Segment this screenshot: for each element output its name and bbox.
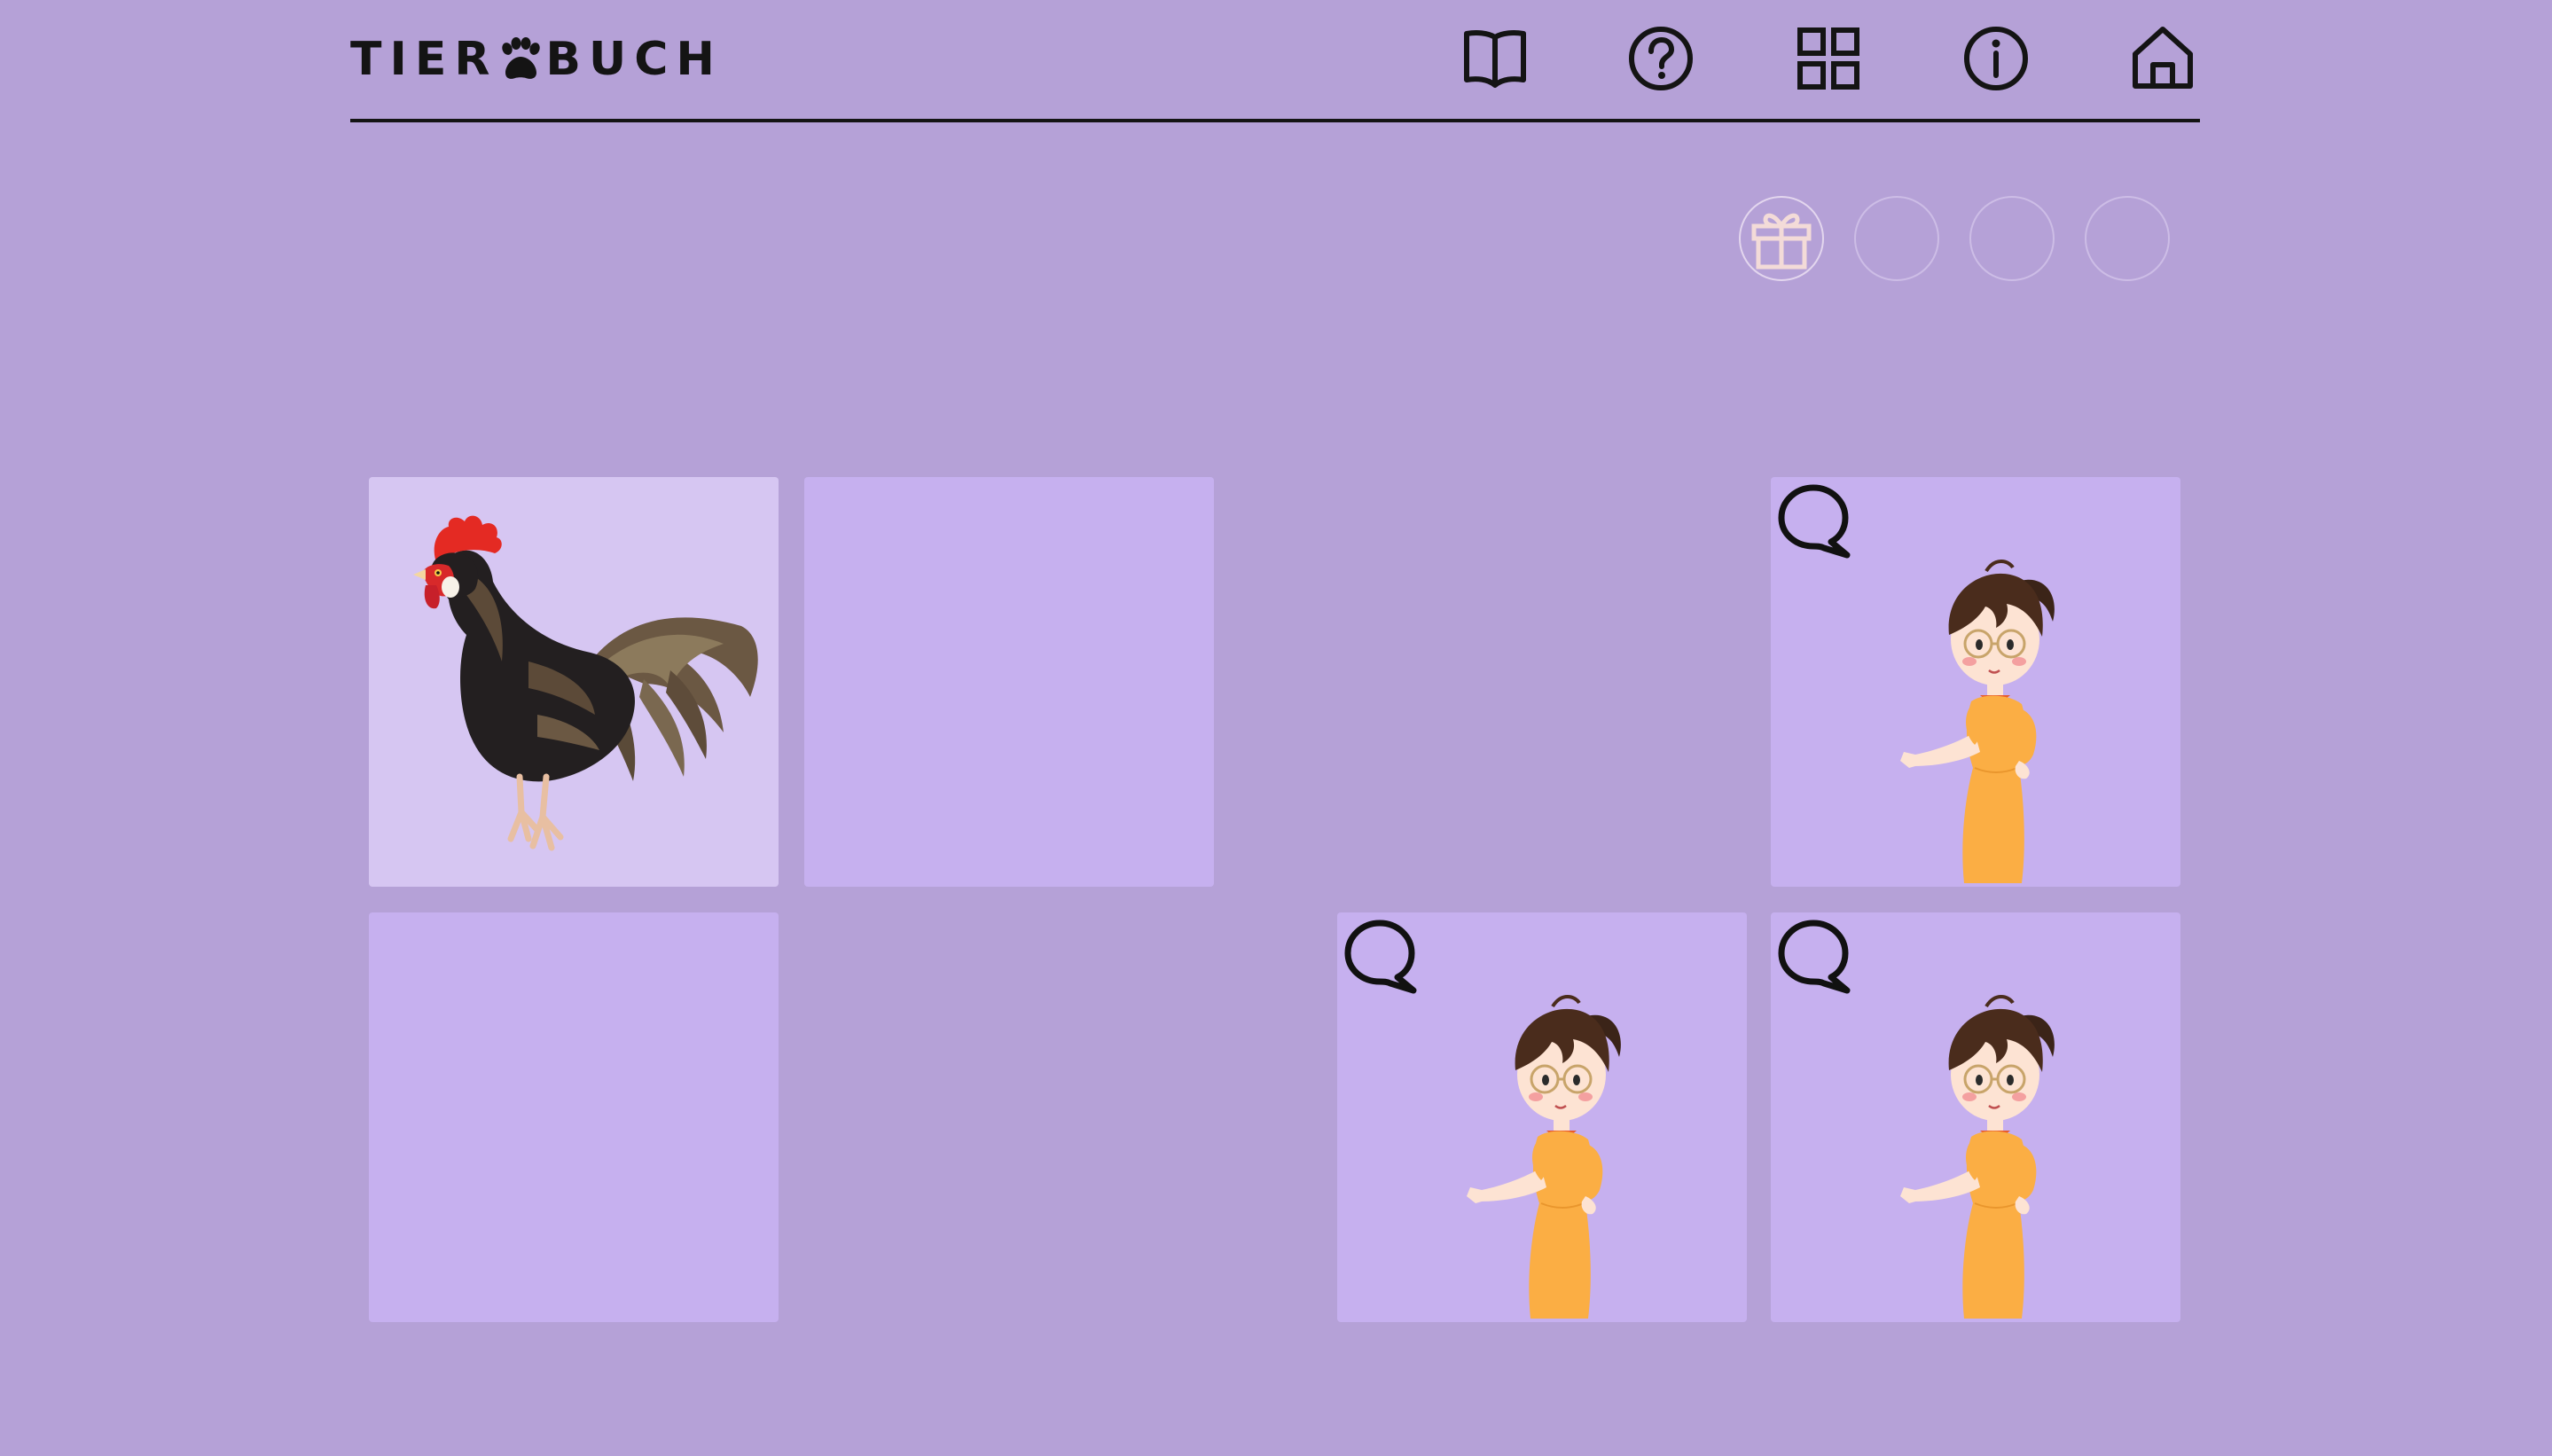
gift-icon <box>1751 213 1812 270</box>
card-hidden[interactable] <box>804 477 1214 887</box>
home-nav-button[interactable] <box>2125 21 2200 96</box>
card-speaker[interactable] <box>1771 477 2180 887</box>
progress-dot-1 <box>1739 196 1824 281</box>
progress-dot-4 <box>2085 196 2170 281</box>
header-divider <box>350 119 2200 122</box>
card-hidden[interactable] <box>369 912 779 1322</box>
speech-bubble-icon[interactable] <box>1343 918 1422 998</box>
grid-nav-button[interactable] <box>1791 21 1866 96</box>
info-icon <box>1964 27 2028 90</box>
book-icon <box>1464 30 1526 88</box>
speech-bubble-icon[interactable] <box>1776 918 1856 998</box>
info-nav-button[interactable] <box>1959 21 2033 96</box>
home-icon <box>2133 27 2193 89</box>
narrator-girl-image <box>1898 560 2056 885</box>
book-nav-button[interactable] <box>1458 21 1532 96</box>
card-rooster[interactable] <box>369 477 779 887</box>
narrator-girl-image <box>1898 995 2056 1320</box>
speech-bubble-icon[interactable] <box>1776 482 1856 562</box>
rooster-image <box>413 515 758 851</box>
app-logo[interactable]: TIER BUCH <box>350 34 723 85</box>
narrator-girl-image <box>1465 995 1623 1320</box>
help-nav-button[interactable] <box>1624 21 1698 96</box>
card-speaker[interactable] <box>1337 912 1747 1322</box>
progress-dot-2 <box>1854 196 1939 281</box>
logo-text-left: TIER <box>350 33 498 86</box>
card-speaker[interactable] <box>1771 912 2180 1322</box>
grid-icon <box>1797 27 1859 90</box>
logo-text-right: BUCH <box>545 33 723 86</box>
progress-dot-3 <box>1969 196 2055 281</box>
help-icon <box>1629 27 1693 90</box>
paw-icon <box>497 37 542 82</box>
